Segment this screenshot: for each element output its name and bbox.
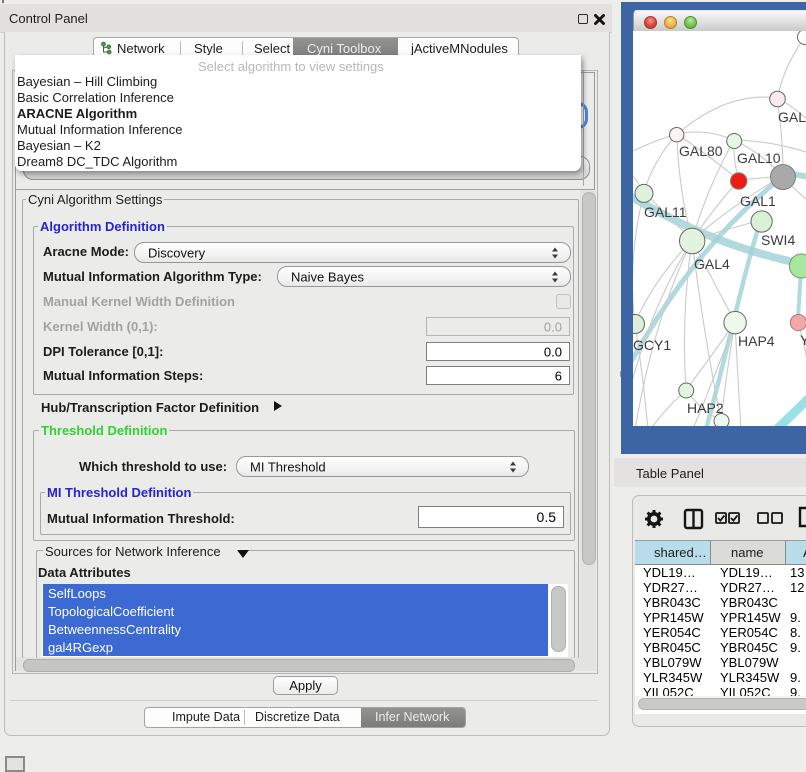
svg-text:GAL7: GAL7	[778, 109, 806, 125]
svg-text:GAL1: GAL1	[740, 193, 776, 209]
svg-text:GAL4: GAL4	[694, 256, 730, 272]
svg-text:SWI4: SWI4	[761, 232, 795, 248]
svg-text:Y: Y	[800, 332, 806, 348]
svg-text:GAL80: GAL80	[679, 143, 723, 159]
svg-text:GCY1: GCY1	[633, 337, 671, 353]
svg-text:GAL11: GAL11	[644, 204, 687, 220]
svg-text:GAL10: GAL10	[737, 150, 781, 166]
svg-text:HAP4: HAP4	[738, 333, 775, 349]
svg-text:HAP2: HAP2	[687, 400, 724, 416]
